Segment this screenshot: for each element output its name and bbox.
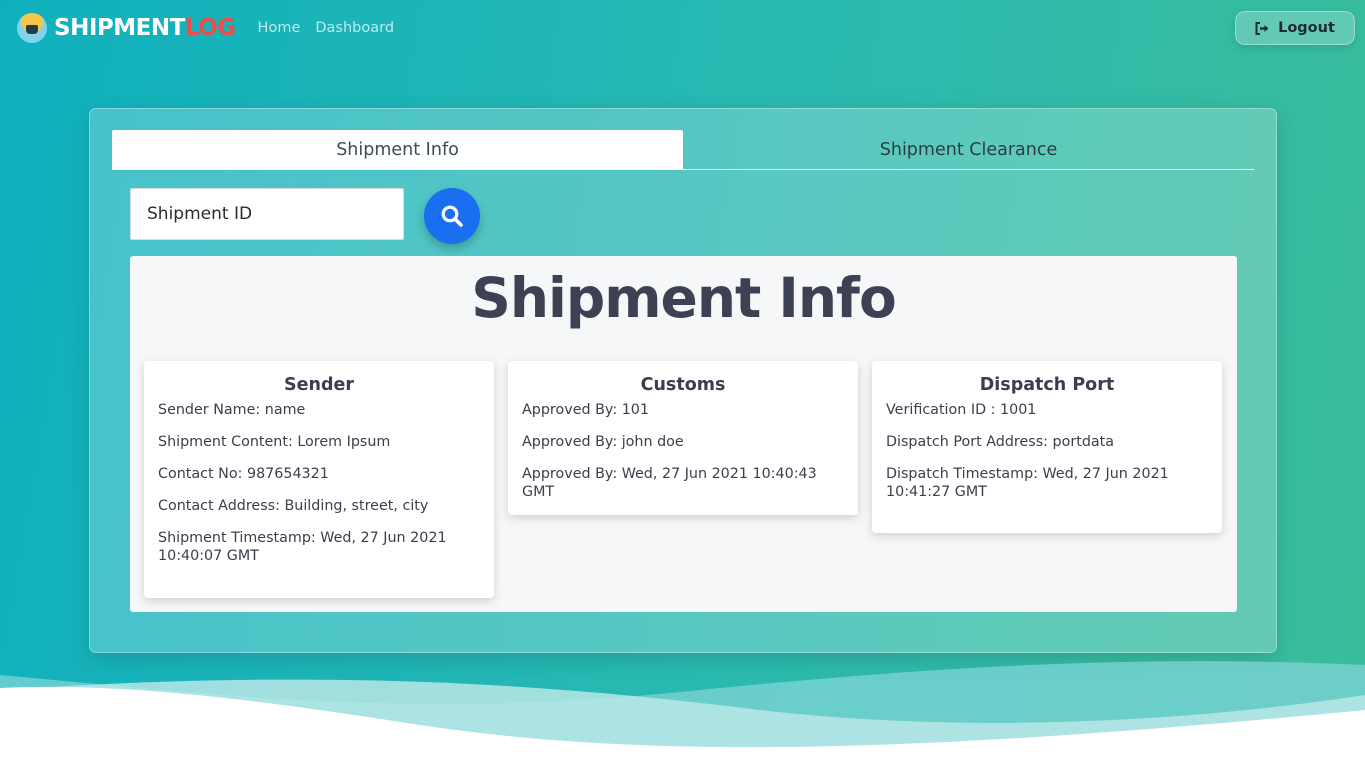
nav-link-dashboard[interactable]: Dashboard <box>315 20 394 36</box>
card-line: Dispatch Port Address: portdata <box>886 434 1115 450</box>
nav-link-home[interactable]: Home <box>258 20 301 36</box>
card-line: Approved By: john doe <box>522 434 684 450</box>
tab-bar: Shipment Info Shipment Clearance <box>112 130 1254 170</box>
background-waves <box>0 661 1365 767</box>
sign-out-icon <box>1255 21 1270 35</box>
card-line: Contact No: 987654321 <box>158 466 329 482</box>
brand[interactable]: SHIPMENTLOG <box>17 13 236 43</box>
search-button[interactable] <box>424 188 480 244</box>
logout-label: Logout <box>1278 20 1335 36</box>
logout-button[interactable]: Logout <box>1235 11 1355 45</box>
tab-shipment-info[interactable]: Shipment Info <box>112 130 683 169</box>
tab-shipment-clearance[interactable]: Shipment Clearance <box>683 130 1254 169</box>
card-title: Dispatch Port <box>979 375 1115 395</box>
shipment-id-input[interactable] <box>130 188 404 240</box>
customs-card: Customs Approved By: 101 Approved By: jo… <box>508 361 858 515</box>
sender-card: Sender Sender Name: name Shipment Conten… <box>144 361 494 598</box>
brand-name: SHIPMENTLOG <box>54 14 236 41</box>
ship-logo-icon <box>17 13 47 43</box>
brand-name-part1: SHIPMENT <box>54 14 185 41</box>
navbar: SHIPMENTLOG Home Dashboard Logout <box>0 0 1365 56</box>
card-title: Sender <box>284 375 354 395</box>
card-line: Sender Name: name <box>158 402 306 418</box>
card-title: Customs <box>640 375 726 395</box>
page-title: Shipment Info <box>471 266 897 330</box>
card-line: Approved By: 101 <box>522 402 649 418</box>
card-line: Dispatch Timestamp: Wed, 27 Jun 2021 10:… <box>886 466 1169 500</box>
card-line: Verification ID : 1001 <box>886 402 1037 418</box>
shipment-info-area: Shipment Info Sender Sender Name: name S… <box>130 256 1237 612</box>
card-line: Shipment Content: Lorem Ipsum <box>158 434 391 450</box>
main-panel: Shipment Info Shipment Clearance Shipmen… <box>89 108 1277 653</box>
card-line: Shipment Timestamp: Wed, 27 Jun 2021 10:… <box>158 530 447 564</box>
card-line: Approved By: Wed, 27 Jun 2021 10:40:43 G… <box>522 466 817 500</box>
dispatch-port-card: Dispatch Port Verification ID : 1001 Dis… <box>872 361 1222 533</box>
card-line: Contact Address: Building, street, city <box>158 498 429 514</box>
brand-name-part2: LOG <box>184 14 236 41</box>
magnifier-icon <box>440 204 464 228</box>
